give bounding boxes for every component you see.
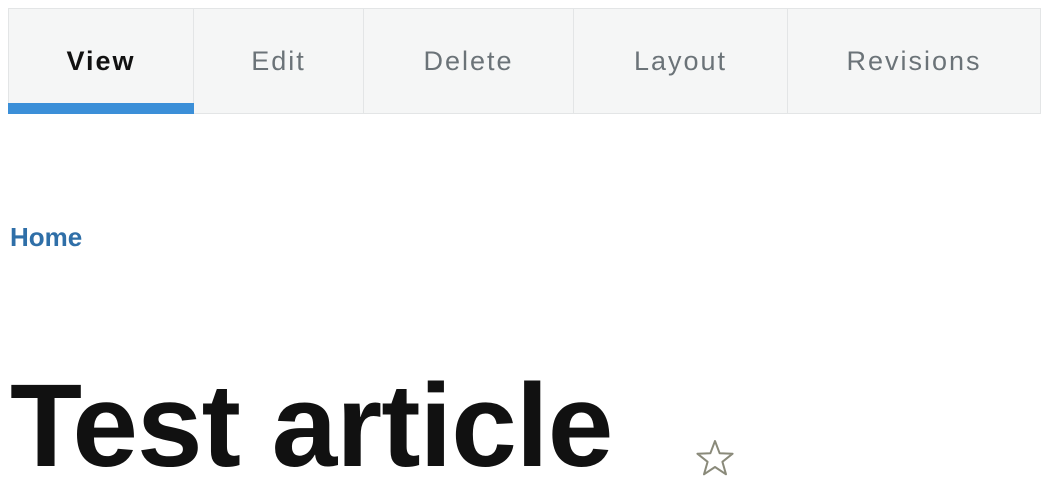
- tab-edit-label: Edit: [251, 45, 306, 76]
- tab-layout-label: Layout: [633, 45, 728, 76]
- tab-view-label: View: [66, 45, 136, 76]
- tab-revisions[interactable]: Revisions: [788, 9, 1040, 113]
- tab-delete[interactable]: Delete: [364, 9, 574, 113]
- star-outline-icon[interactable]: [695, 438, 735, 478]
- breadcrumb-home-link[interactable]: Home: [10, 222, 82, 253]
- local-tasks-tabs: View Edit Delete Layout Revisions: [8, 8, 1041, 114]
- page-title: Test article: [10, 360, 613, 492]
- tab-revisions-label: Revisions: [846, 45, 982, 76]
- tab-delete-label: Delete: [423, 45, 514, 76]
- tab-layout[interactable]: Layout: [574, 9, 788, 113]
- tab-view[interactable]: View: [8, 9, 194, 114]
- tab-edit[interactable]: Edit: [194, 9, 364, 113]
